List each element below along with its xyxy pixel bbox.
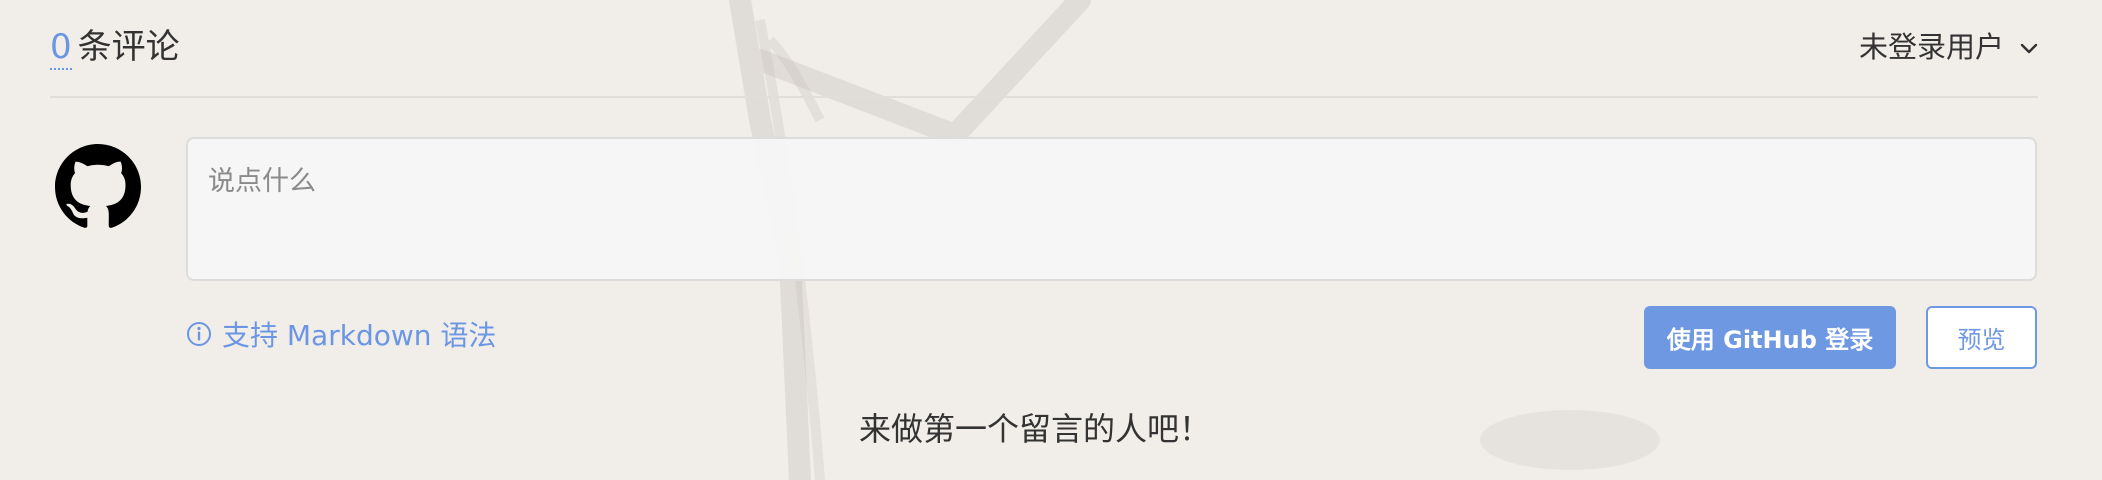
- empty-state-message: 来做第一个留言的人吧！: [858, 410, 1211, 448]
- markdown-support-label: 支持 Markdown 语法: [222, 319, 497, 352]
- user-menu-label: 未登录用户: [1858, 30, 2004, 64]
- comment-input[interactable]: [186, 137, 2037, 281]
- github-octocat-icon: [55, 144, 141, 228]
- markdown-support-link[interactable]: 支持 Markdown 语法: [186, 314, 496, 354]
- header-divider: [50, 96, 2038, 98]
- comment-count: 0: [50, 27, 72, 70]
- preview-button[interactable]: 预览: [1926, 306, 2037, 369]
- github-login-button[interactable]: 使用 GitHub 登录: [1644, 306, 1896, 369]
- info-circle-icon: [187, 322, 211, 346]
- chevron-down-icon: [2020, 43, 2038, 54]
- comment-count-label: 条评论: [77, 27, 180, 67]
- user-menu[interactable]: 未登录用户: [1859, 26, 2040, 68]
- comment-count-header: 0 条评论: [50, 24, 180, 70]
